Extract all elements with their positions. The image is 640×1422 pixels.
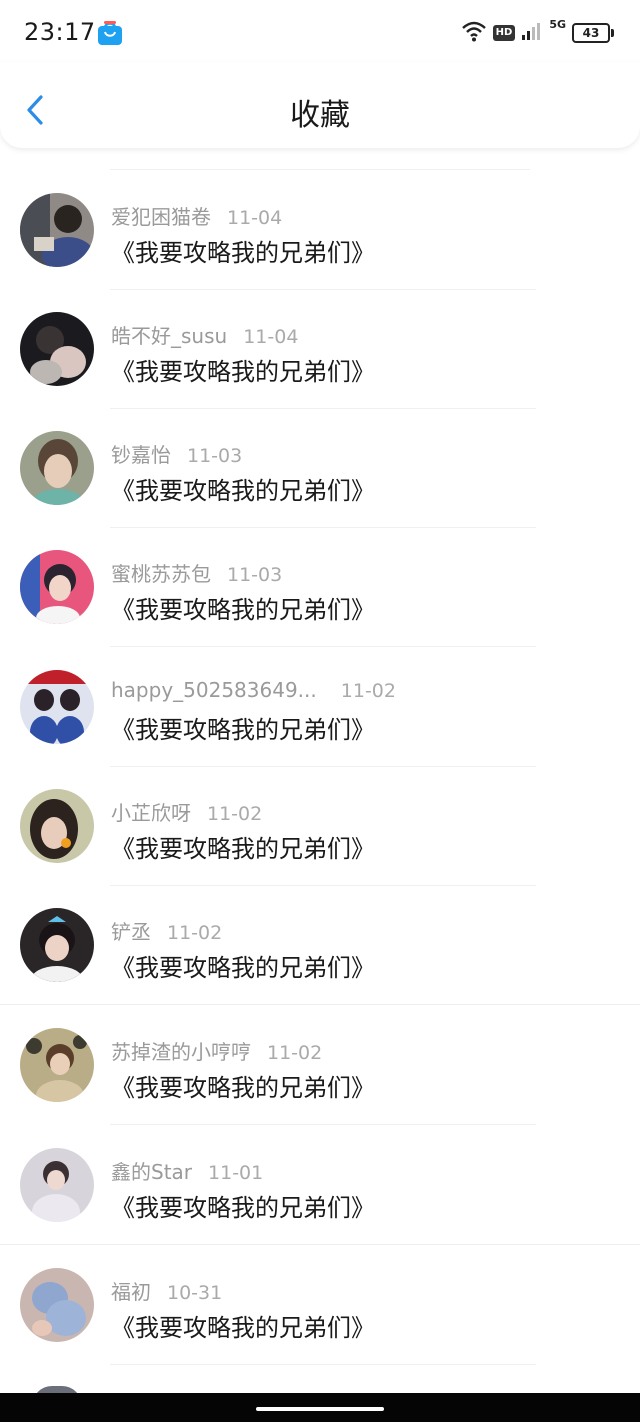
item-date: 11-04	[243, 326, 299, 348]
user-name[interactable]: 皓不好_susu	[111, 324, 227, 348]
battery-indicator: 43	[572, 23, 614, 43]
work-title[interactable]: 《我要攻略我的兄弟们》	[111, 948, 375, 983]
avatar[interactable]	[20, 1028, 94, 1102]
item-date: 11-02	[167, 922, 223, 944]
network-type: 5G	[549, 18, 566, 31]
divider	[110, 646, 536, 647]
item-date: 11-02	[207, 803, 263, 825]
divider	[110, 169, 530, 170]
list-item[interactable]: happy_502583649... 11-02 《我要攻略我的兄弟们》	[0, 648, 640, 767]
user-name[interactable]: 蜜桃苏苏包	[111, 562, 211, 586]
list-item[interactable]: 钞嘉怡 11-03 《我要攻略我的兄弟们》	[0, 409, 640, 528]
item-date: 11-03	[227, 564, 283, 586]
avatar[interactable]	[20, 789, 94, 863]
item-meta: 蜜桃苏苏包 11-03	[111, 558, 282, 587]
work-title[interactable]: 《我要攻略我的兄弟们》	[111, 1308, 375, 1343]
user-name[interactable]: 爱犯困猫卷	[111, 205, 211, 229]
item-date: 11-02	[340, 680, 396, 702]
avatar[interactable]	[20, 1268, 94, 1342]
item-date: 11-02	[267, 1042, 323, 1064]
system-nav-bar	[0, 1393, 640, 1422]
divider	[0, 1244, 640, 1245]
list-item[interactable]: 皓不好_susu 11-04 《我要攻略我的兄弟们》	[0, 290, 640, 409]
user-name[interactable]: 苏掉渣的小哼哼	[111, 1040, 251, 1064]
user-name[interactable]: 小芷欣呀	[111, 801, 191, 825]
list-item[interactable]: 苏掉渣的小哼哼 11-02 《我要攻略我的兄弟们》	[0, 1006, 640, 1125]
list-item[interactable]: 小芷欣呀 11-02 《我要攻略我的兄弟们》	[0, 767, 640, 886]
status-bar: 23:17 HD 5G 43	[0, 0, 640, 62]
item-date: 11-03	[187, 445, 243, 467]
work-title[interactable]: 《我要攻略我的兄弟们》	[111, 471, 375, 506]
item-meta: 皓不好_susu 11-04	[111, 320, 298, 349]
avatar[interactable]	[20, 550, 94, 624]
item-meta: 爱犯困猫卷 11-04	[111, 201, 282, 230]
divider	[110, 1124, 536, 1125]
home-indicator[interactable]	[256, 1407, 384, 1411]
list-item[interactable]: 福初 10-31 《我要攻略我的兄弟们》	[0, 1246, 640, 1365]
user-name[interactable]: 鑫的Star	[111, 1160, 192, 1184]
page-title: 收藏	[290, 98, 350, 133]
avatar[interactable]	[20, 1148, 94, 1222]
avatar[interactable]	[20, 193, 94, 267]
wifi-icon	[461, 20, 487, 46]
item-meta: 福初 10-31	[111, 1276, 222, 1305]
avatar[interactable]	[20, 670, 94, 744]
user-name[interactable]: 福初	[111, 1280, 151, 1304]
work-title[interactable]: 《我要攻略我的兄弟们》	[111, 710, 375, 745]
item-meta: happy_502583649... 11-02	[111, 678, 396, 702]
list-item[interactable]: 铲丞 11-02 《我要攻略我的兄弟们》	[0, 886, 640, 1005]
user-name[interactable]: 钞嘉怡	[111, 443, 171, 467]
item-meta: 鑫的Star 11-01	[111, 1156, 263, 1185]
status-time: 23:17	[24, 18, 96, 46]
avatar[interactable]	[20, 431, 94, 505]
item-meta: 铲丞 11-02	[111, 916, 222, 945]
work-title[interactable]: 《我要攻略我的兄弟们》	[111, 233, 375, 268]
list-item[interactable]: 鑫的Star 11-01 《我要攻略我的兄弟们》	[0, 1126, 640, 1245]
user-name[interactable]: 铲丞	[111, 920, 151, 944]
list-item[interactable]: 爱犯困猫卷 11-04 《我要攻略我的兄弟们》	[0, 171, 640, 290]
work-title[interactable]: 《我要攻略我的兄弟们》	[111, 590, 375, 625]
item-meta: 苏掉渣的小哼哼 11-02	[111, 1036, 322, 1065]
signal-icon	[521, 21, 543, 45]
user-name[interactable]: happy_502583649...	[111, 678, 317, 702]
status-indicators: HD 5G 43	[461, 18, 614, 46]
work-title[interactable]: 《我要攻略我的兄弟们》	[111, 829, 375, 864]
item-meta: 小芷欣呀 11-02	[111, 797, 262, 826]
work-title[interactable]: 《我要攻略我的兄弟们》	[111, 1188, 375, 1223]
avatar[interactable]	[20, 908, 94, 982]
item-date: 11-04	[227, 207, 283, 229]
divider	[0, 1004, 640, 1005]
divider	[110, 1364, 536, 1365]
header: 收藏	[0, 62, 640, 148]
item-date: 11-01	[208, 1162, 264, 1184]
work-title[interactable]: 《我要攻略我的兄弟们》	[111, 1068, 375, 1103]
work-title[interactable]: 《我要攻略我的兄弟们》	[111, 352, 375, 387]
hd-badge: HD	[492, 25, 516, 41]
avatar[interactable]	[20, 312, 94, 386]
shopping-bag-icon	[96, 20, 124, 46]
item-date: 10-31	[167, 1282, 223, 1304]
item-meta: 钞嘉怡 11-03	[111, 439, 242, 468]
list-item[interactable]: 蜜桃苏苏包 11-03 《我要攻略我的兄弟们》	[0, 528, 640, 647]
favorites-screen: 23:17 HD 5G 43 收藏 爱犯困猫卷 11-04 《我要攻略我的兄弟们…	[0, 0, 640, 1422]
